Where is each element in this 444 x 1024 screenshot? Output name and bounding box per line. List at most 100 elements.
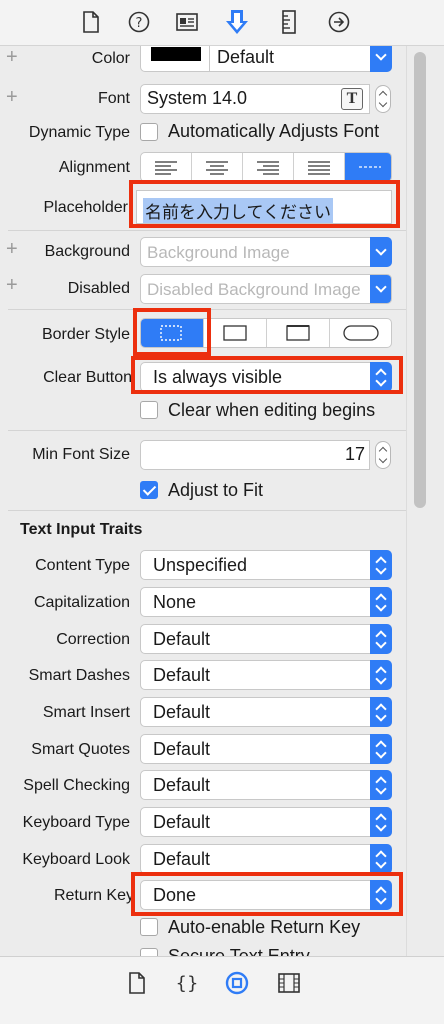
trait-popup[interactable]: Default xyxy=(140,770,392,800)
font-size-stepper[interactable] xyxy=(373,84,393,114)
font-field[interactable]: System 14.0 T xyxy=(140,84,370,114)
border-style-label: Border Style xyxy=(41,326,130,343)
trait-label: Spell Checking xyxy=(23,777,130,794)
trait-popup[interactable]: None xyxy=(140,587,392,617)
dynamic-type-checkbox[interactable] xyxy=(140,123,158,141)
adjust-to-fit-row: Adjust to Fit xyxy=(0,476,406,504)
align-natural-icon[interactable] xyxy=(345,153,391,181)
disabled-row: + Disabled Disabled Background Image xyxy=(0,272,406,304)
align-right-icon[interactable] xyxy=(243,153,294,181)
placeholder-field[interactable]: 名前を入力してください xyxy=(136,190,392,224)
trait-value: Done xyxy=(153,885,197,905)
border-rounded-icon[interactable] xyxy=(330,319,391,347)
popup-arrows-icon[interactable] xyxy=(370,660,392,690)
font-picker-icon[interactable]: T xyxy=(341,88,363,110)
popup-arrows-icon[interactable] xyxy=(370,587,392,617)
object-library-icon[interactable] xyxy=(224,969,250,997)
min-font-size-field[interactable]: 17 xyxy=(140,440,370,470)
add-variation-icon[interactable]: + xyxy=(6,86,18,109)
file-inspector-icon[interactable] xyxy=(78,8,104,36)
font-label: Font xyxy=(97,90,130,107)
disabled-image-combo[interactable]: Disabled Background Image xyxy=(140,274,392,304)
trait-value: Default xyxy=(153,775,211,795)
color-popup[interactable]: Default xyxy=(140,46,392,72)
divider xyxy=(8,430,406,431)
border-line-icon[interactable] xyxy=(204,319,267,347)
clear-when-editing-checkbox[interactable] xyxy=(140,401,158,419)
background-image-combo[interactable]: Background Image xyxy=(140,237,392,267)
border-style-segmented-control[interactable] xyxy=(140,318,392,348)
trait-row: Smart Dashes Default xyxy=(0,658,406,692)
chevron-down-icon[interactable] xyxy=(370,275,391,303)
popup-arrows-icon[interactable] xyxy=(370,362,392,392)
popup-arrows-icon[interactable] xyxy=(370,734,392,764)
svg-text:?: ? xyxy=(136,16,143,31)
min-font-size-stepper[interactable] xyxy=(373,440,393,470)
align-left-icon[interactable] xyxy=(141,153,192,181)
chevron-down-icon[interactable] xyxy=(370,46,392,72)
trait-popup[interactable]: Default xyxy=(140,807,392,837)
border-bezel-icon[interactable] xyxy=(267,319,330,347)
secure-entry-checkbox[interactable] xyxy=(140,948,158,956)
trait-label: Keyboard Type xyxy=(22,814,130,831)
add-variation-icon[interactable]: + xyxy=(6,238,18,261)
svg-text:{}: {} xyxy=(176,973,198,994)
dynamic-type-label: Dynamic Type xyxy=(28,124,130,141)
border-none-icon[interactable] xyxy=(141,319,204,347)
popup-arrows-icon[interactable] xyxy=(370,550,392,580)
dynamic-type-checkbox-label: Automatically Adjusts Font xyxy=(168,121,380,141)
size-inspector-icon[interactable] xyxy=(276,8,302,36)
background-row: + Background Background Image xyxy=(0,236,406,268)
trait-value: Unspecified xyxy=(153,555,248,575)
popup-arrows-icon[interactable] xyxy=(370,697,392,727)
code-snippet-icon[interactable]: {} xyxy=(174,969,200,997)
trait-popup[interactable]: Done xyxy=(140,880,392,910)
color-row: + Color Default xyxy=(0,46,406,72)
attributes-inspector-icon[interactable] xyxy=(224,8,250,36)
trait-popup[interactable]: Unspecified xyxy=(140,550,392,580)
popup-arrows-icon[interactable] xyxy=(370,624,392,654)
adjust-to-fit-checkbox[interactable] xyxy=(140,481,158,499)
divider xyxy=(8,230,406,231)
align-center-icon[interactable] xyxy=(192,153,243,181)
trait-row: Correction Default xyxy=(0,622,406,656)
popup-arrows-icon[interactable] xyxy=(370,807,392,837)
popup-arrows-icon[interactable] xyxy=(370,880,392,910)
trait-popup[interactable]: Default xyxy=(140,844,392,874)
trait-popup[interactable]: Default xyxy=(140,660,392,690)
placeholder-label: Placeholder xyxy=(43,199,129,216)
library-toolbar: {} xyxy=(0,956,444,1024)
popup-arrows-icon[interactable] xyxy=(370,770,392,800)
trait-popup[interactable]: Default xyxy=(140,697,392,727)
min-font-size-value: 17 xyxy=(344,444,365,464)
text-input-traits-heading: Text Input Traits xyxy=(20,521,143,538)
dynamic-type-row: Dynamic Type Automatically Adjusts Font xyxy=(0,118,406,148)
trait-row: Smart Quotes Default xyxy=(0,732,406,766)
clear-button-popup[interactable]: Is always visible xyxy=(140,362,392,392)
connections-inspector-icon[interactable] xyxy=(326,8,352,36)
auto-enable-checkbox[interactable] xyxy=(140,918,158,936)
auto-enable-label: Auto-enable Return Key xyxy=(168,917,361,937)
chevron-down-icon[interactable] xyxy=(370,237,392,267)
trait-row: Spell Checking Default xyxy=(0,768,406,802)
add-variation-icon[interactable]: + xyxy=(6,274,18,297)
add-variation-icon[interactable]: + xyxy=(6,46,18,69)
popup-arrows-icon[interactable] xyxy=(370,844,392,874)
min-font-size-row: Min Font Size 17 xyxy=(0,438,406,472)
file-template-icon[interactable] xyxy=(124,969,150,997)
font-value: System 14.0 xyxy=(147,88,248,108)
border-style-row: Border Style xyxy=(0,318,406,352)
trait-label: Smart Insert xyxy=(42,704,130,721)
identity-inspector-icon[interactable] xyxy=(174,8,200,36)
trait-popup[interactable]: Default xyxy=(140,624,392,654)
trait-row: Return Key Done xyxy=(0,878,406,912)
trait-popup[interactable]: Default xyxy=(140,734,392,764)
align-justified-icon[interactable] xyxy=(294,153,345,181)
help-inspector-icon[interactable]: ? xyxy=(126,8,152,36)
clear-button-row: Clear Button Is always visible xyxy=(0,360,406,400)
media-library-icon[interactable] xyxy=(276,969,302,997)
alignment-segmented-control[interactable] xyxy=(140,152,392,182)
color-value: Default xyxy=(217,47,275,67)
scrollbar-thumb[interactable] xyxy=(414,52,426,508)
background-label: Background xyxy=(44,243,130,260)
